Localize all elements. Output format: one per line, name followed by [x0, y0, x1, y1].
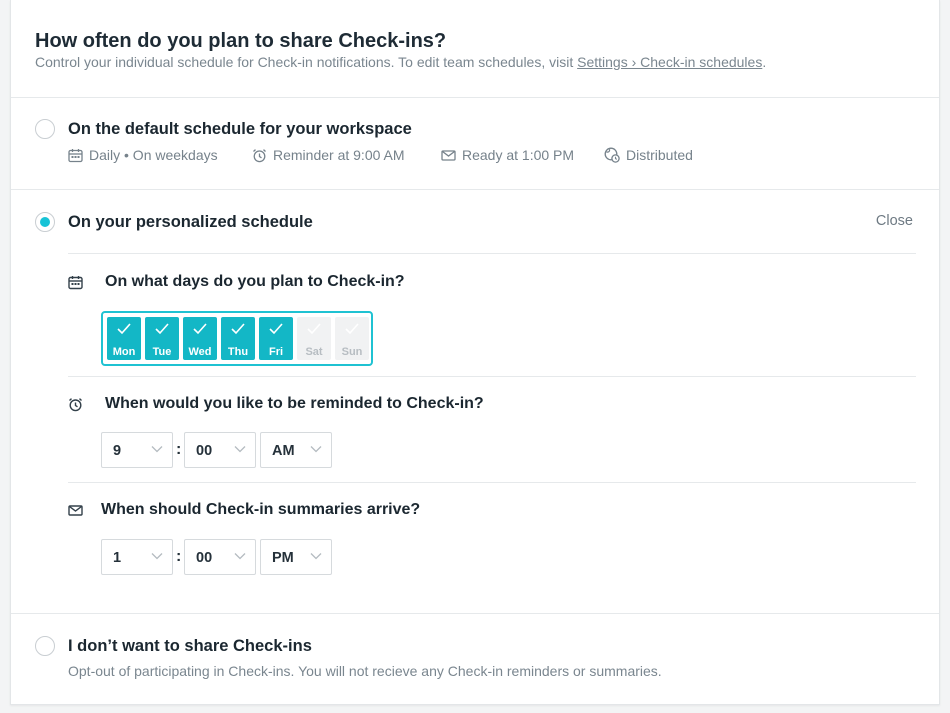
chevron-down-icon [234, 446, 246, 453]
day-label: Tue [152, 346, 172, 358]
calendar-icon [68, 148, 83, 162]
meta-ready: Ready at 1:00 PM [441, 147, 574, 163]
day-toggle-mon[interactable]: Mon [107, 317, 141, 360]
select-value: 9 [113, 443, 122, 459]
page-title: How often do you plan to share Check-ins… [35, 30, 447, 52]
summary-hour-select[interactable]: 1 [101, 539, 173, 575]
check-icon [117, 323, 131, 335]
check-icon [269, 323, 283, 335]
day-toggle-fri[interactable]: Fri [259, 317, 293, 360]
chevron-down-icon [151, 446, 163, 453]
envelope-icon [441, 149, 456, 161]
meta-distribution-text: Distributed [626, 147, 693, 163]
check-icon [155, 323, 169, 335]
globe-clock-icon [604, 147, 620, 163]
meta-frequency-text: Daily • On weekdays [89, 147, 218, 163]
checkin-schedule-card: How often do you plan to share Check-ins… [10, 0, 940, 705]
summary-minute-select[interactable]: 00 [184, 539, 256, 575]
check-icon [307, 323, 321, 335]
header: How often do you plan to share Check-ins… [11, 0, 939, 98]
option-description: Opt-out of participating in Check-ins. Y… [68, 663, 662, 679]
day-label: Wed [188, 346, 212, 358]
meta-reminder-text: Reminder at 9:00 AM [273, 147, 405, 163]
meta-distribution: Distributed [604, 147, 693, 163]
check-icon [193, 323, 207, 335]
check-icon [345, 323, 359, 335]
chevron-down-icon [151, 553, 163, 560]
meta-frequency: Daily • On weekdays [68, 147, 218, 163]
meta-reminder: Reminder at 9:00 AM [252, 147, 405, 163]
option-default-schedule[interactable]: On the default schedule for your workspa… [11, 97, 939, 190]
time-separator: : [176, 548, 182, 565]
envelope-icon [68, 505, 83, 516]
subtitle-suffix: . [762, 54, 767, 70]
day-label: Thu [227, 346, 249, 358]
chevron-down-icon [234, 553, 246, 560]
radio-personalized-schedule[interactable] [35, 212, 55, 232]
alarm-clock-icon [69, 398, 82, 412]
day-label: Sun [341, 346, 363, 358]
reminder-question: When would you like to be reminded to Ch… [105, 395, 484, 412]
radio-default-schedule[interactable] [35, 119, 55, 139]
summary-period-select[interactable]: PM [260, 539, 332, 575]
option-personalized-schedule: On your personalized schedule Close On w… [11, 190, 939, 614]
reminder-hour-select[interactable]: 9 [101, 432, 173, 468]
subtitle-text: Control your individual schedule for Che… [35, 54, 578, 70]
reminder-period-select[interactable]: AM [260, 432, 332, 468]
day-picker: Mon Tue Wed Thu Fri Sat Sun [101, 311, 373, 366]
select-value: PM [272, 550, 294, 566]
alarm-clock-icon [253, 148, 266, 162]
option-title: On your personalized schedule [68, 213, 313, 231]
chevron-down-icon [310, 553, 322, 560]
summary-question: When should Check-in summaries arrive? [101, 501, 421, 518]
day-toggle-tue[interactable]: Tue [145, 317, 179, 360]
day-label: Mon [112, 346, 136, 358]
select-value: 00 [196, 443, 213, 459]
option-title: On the default schedule for your workspa… [68, 120, 412, 138]
divider [68, 376, 916, 377]
reminder-minute-select[interactable]: 00 [184, 432, 256, 468]
settings-link[interactable]: Settings › Check-in schedules [577, 54, 762, 70]
check-icon [231, 323, 245, 335]
option-title: I don’t want to share Check-ins [68, 637, 312, 655]
select-value: 00 [196, 550, 213, 566]
option-opt-out[interactable]: I don’t want to share Check-ins Opt-out … [11, 614, 939, 704]
meta-ready-text: Ready at 1:00 PM [462, 147, 575, 163]
day-toggle-wed[interactable]: Wed [183, 317, 217, 360]
calendar-icon [68, 276, 83, 290]
time-separator: : [176, 441, 182, 458]
chevron-down-icon [310, 446, 322, 453]
select-value: 1 [113, 550, 122, 566]
radio-opt-out[interactable] [35, 636, 55, 656]
day-toggle-sat[interactable]: Sat [297, 317, 331, 360]
day-label: Sat [305, 346, 323, 358]
days-question: On what days do you plan to Check-in? [105, 273, 405, 290]
day-label: Fri [268, 346, 284, 358]
divider [68, 253, 916, 254]
select-value: AM [272, 443, 295, 459]
page-subtitle: Control your individual schedule for Che… [35, 54, 766, 70]
day-toggle-sun[interactable]: Sun [335, 317, 369, 360]
day-toggle-thu[interactable]: Thu [221, 317, 255, 360]
divider [68, 482, 916, 483]
close-button[interactable]: Close [876, 213, 913, 229]
